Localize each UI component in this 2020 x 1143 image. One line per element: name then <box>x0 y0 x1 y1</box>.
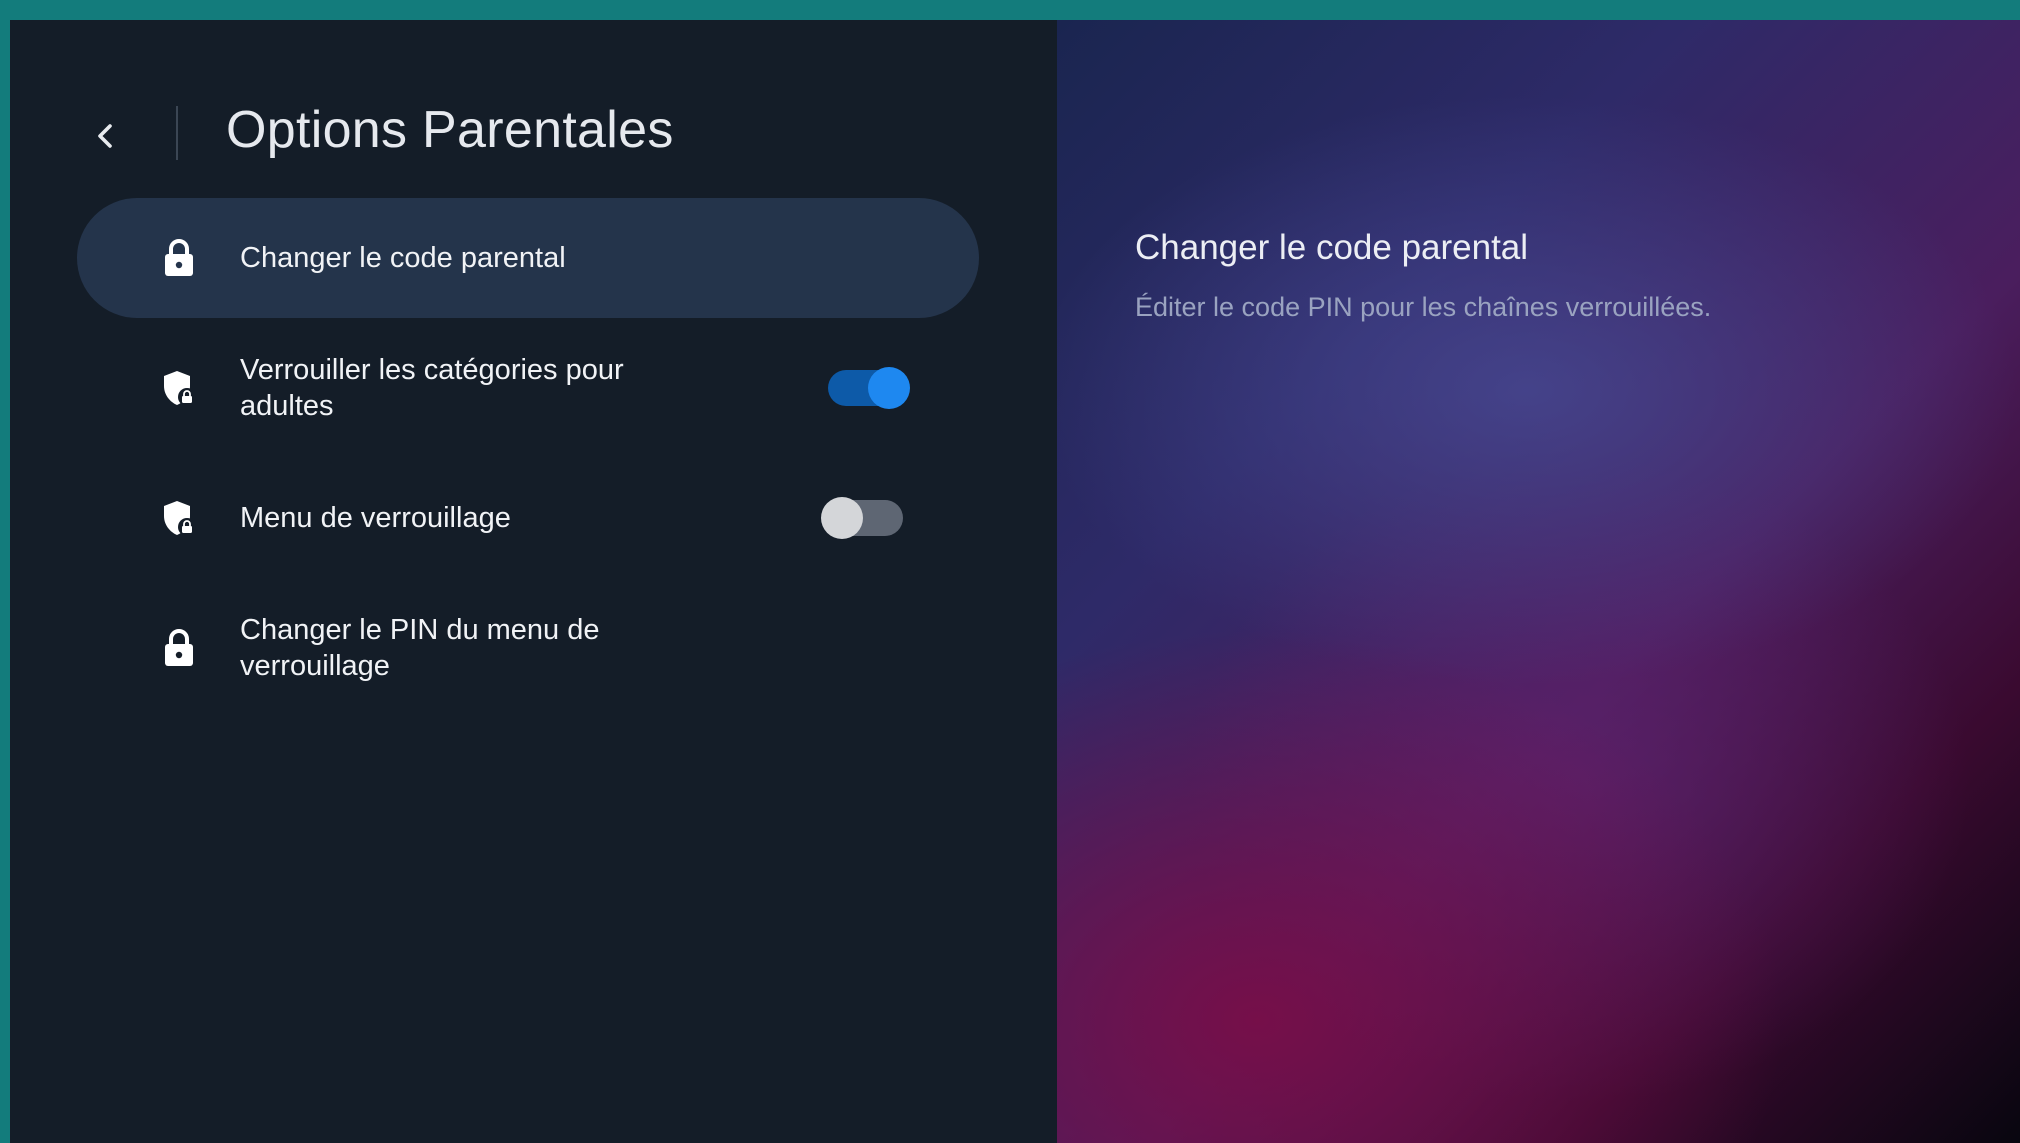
back-button[interactable] <box>83 114 127 158</box>
menu-item-label: Changer le PIN du menu de verrouillage <box>240 614 600 682</box>
toggle-knob <box>821 497 863 539</box>
screen: Options Parentales Changer le code paren… <box>10 20 2020 1143</box>
menu-item-label: Verrouiller les catégories pour adultes <box>240 354 624 422</box>
settings-panel: Options Parentales Changer le code paren… <box>10 20 1057 1143</box>
header: Options Parentales <box>10 78 1057 188</box>
page-title: Options Parentales <box>226 101 674 159</box>
menu-item-lock-adult-categories[interactable]: Verrouiller les catégories pour adultes <box>77 328 979 448</box>
settings-menu: Changer le code parental Verrouiller les… <box>77 198 979 708</box>
lock-icon <box>159 236 199 280</box>
detail-title: Changer le code parental <box>1135 228 1529 267</box>
detail-panel: Changer le code parental Éditer le code … <box>1057 20 2020 1143</box>
shield-lock-icon <box>159 496 199 540</box>
lock-icon <box>159 626 199 670</box>
menu-item-lock-menu[interactable]: Menu de verrouillage <box>77 458 979 578</box>
chevron-left-icon <box>98 124 112 148</box>
detail-info: Changer le code parental Éditer le code … <box>1135 228 2020 323</box>
detail-description: Éditer le code PIN pour les chaînes verr… <box>1135 292 1712 322</box>
lock-adult-categories-toggle[interactable] <box>828 367 910 409</box>
lock-menu-toggle[interactable] <box>821 497 903 539</box>
menu-item-change-parental-code[interactable]: Changer le code parental <box>77 198 979 318</box>
toggle-knob <box>868 367 910 409</box>
menu-item-change-lock-menu-pin[interactable]: Changer le PIN du menu de verrouillage <box>77 588 979 708</box>
menu-item-label: Changer le code parental <box>240 242 566 274</box>
shield-lock-icon <box>159 366 199 410</box>
header-divider <box>176 106 178 160</box>
menu-item-label: Menu de verrouillage <box>240 502 511 534</box>
